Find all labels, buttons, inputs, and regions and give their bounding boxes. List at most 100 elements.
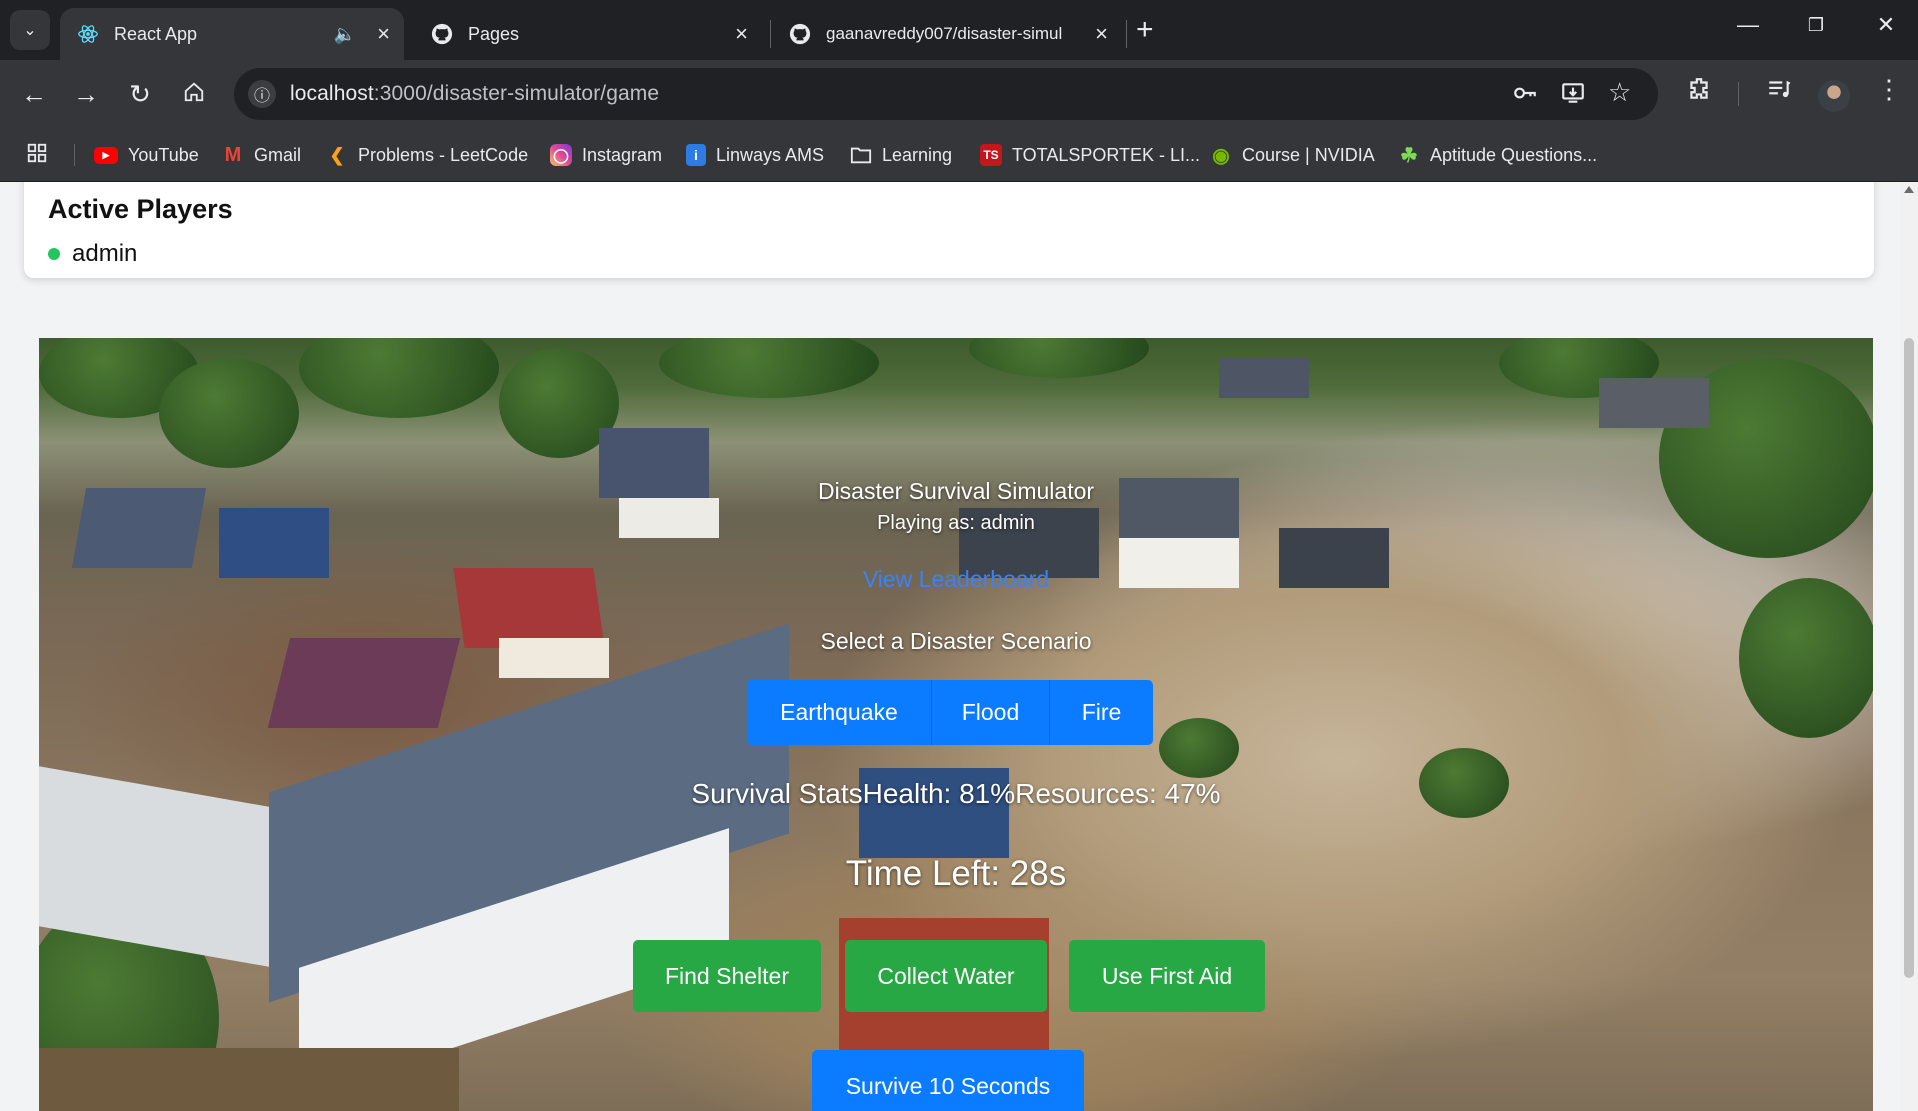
view-leaderboard-link[interactable]: View Leaderboard [39, 566, 1873, 593]
bookmark-label: Course | NVIDIA [1242, 144, 1375, 165]
bookmark-aptitude[interactable]: ☘ Aptitude Questions... [1398, 142, 1597, 168]
bookmark-label: TOTALSPORTEK - LI... [1012, 144, 1201, 165]
leetcode-icon: ❮ [329, 144, 345, 165]
apps-button[interactable] [26, 142, 48, 168]
github-icon [788, 22, 812, 46]
collect-water-button[interactable]: Collect Water [845, 940, 1047, 1012]
back-button[interactable]: ← [16, 76, 52, 112]
bookmark-label: YouTube [128, 144, 199, 165]
tab-separator [1126, 20, 1127, 48]
page-viewport: Active Players admin Disaster Survival S… [0, 182, 1900, 1111]
bookmark-label: Learning [882, 144, 953, 165]
bookmark-linways[interactable]: i Linways AMS [686, 142, 824, 168]
key-icon[interactable] [1512, 80, 1538, 112]
instagram-icon: ◯ [550, 144, 572, 166]
active-players-title: Active Players [48, 194, 233, 224]
site-info-icon[interactable]: ⓘ [248, 80, 276, 108]
close-icon[interactable]: × [735, 21, 748, 47]
game-overlay: Disaster Survival Simulator Playing as: … [39, 338, 1873, 1111]
game-title: Disaster Survival Simulator [817, 478, 1095, 504]
chevron-down-icon: ⌄ [23, 22, 37, 39]
close-window-button[interactable]: ✕ [1866, 12, 1906, 38]
scroll-up-arrow-icon[interactable] [1904, 186, 1914, 193]
profile-avatar[interactable] [1818, 80, 1850, 112]
reload-button[interactable]: ↻ [122, 76, 158, 112]
menu-kebab-icon[interactable]: ⋮ [1876, 74, 1902, 105]
browser-toolbar: ← → ↻ ⓘ localhost:3000/disaster-simulato… [0, 60, 1918, 128]
bookmark-label: Instagram [582, 144, 663, 165]
aptitude-icon: ☘ [1400, 144, 1418, 167]
scenario-label: Select a Disaster Scenario [820, 628, 1092, 654]
tab-pages[interactable]: Pages × [414, 8, 762, 60]
bookmark-totalsportek[interactable]: TS TOTALSPORTEK - LI... [980, 142, 1200, 168]
bookmark-leetcode[interactable]: ❮ Problems - LeetCode [326, 142, 528, 168]
nvidia-icon: ◉ [1212, 144, 1230, 167]
find-shelter-button[interactable]: Find Shelter [633, 940, 821, 1012]
new-tab-button[interactable]: + [1136, 12, 1154, 48]
bookmark-label: Gmail [254, 144, 302, 165]
gmail-icon: M [224, 143, 242, 166]
scrollbar-thumb[interactable] [1904, 338, 1914, 978]
bookmark-label: Aptitude Questions... [1430, 144, 1598, 165]
scenario-button-group: Earthquake Flood Fire [747, 680, 1153, 745]
online-status-dot [48, 248, 60, 260]
url-text: localhost:3000/disaster-simulator/game [290, 82, 659, 106]
reload-icon: ↻ [129, 78, 151, 109]
url-path: :3000/disaster-simulator/game [373, 82, 660, 105]
plus-icon: + [1136, 13, 1154, 46]
tab-react-app[interactable]: React App 🔈 × [60, 8, 404, 60]
tab-title: Pages [468, 23, 520, 44]
react-icon [76, 22, 100, 46]
tab-strip: ⌄ React App 🔈 × Pages × gaanavreddy007/d… [0, 0, 1918, 60]
bookmarks-bar: ▶ YouTube M Gmail ❮ Problems - LeetCode … [0, 128, 1918, 182]
restore-icon: ❐ [1807, 15, 1825, 35]
scenario-flood-button[interactable]: Flood [931, 680, 1049, 745]
extensions-icon[interactable] [1686, 76, 1712, 109]
totalsportek-icon: TS [980, 144, 1002, 166]
forward-button[interactable]: → [68, 76, 104, 112]
active-players-card: Active Players admin [24, 182, 1874, 278]
survive-10-seconds-button[interactable]: Survive 10 Seconds [812, 1050, 1084, 1111]
close-icon[interactable]: × [377, 21, 390, 47]
close-icon[interactable]: × [1095, 21, 1108, 47]
toolbar-divider [1738, 82, 1739, 106]
folder-icon [850, 144, 872, 166]
bookmark-label: Problems - LeetCode [358, 144, 529, 165]
tab-title: gaanavreddy007/disaster-simul [826, 24, 1063, 43]
home-icon [183, 79, 205, 110]
url-host: localhost [290, 82, 374, 105]
bookmark-learning[interactable]: Learning [850, 142, 952, 168]
player-name: admin [72, 240, 138, 267]
github-icon [430, 22, 454, 46]
address-bar[interactable]: ⓘ localhost:3000/disaster-simulator/game… [234, 68, 1658, 120]
use-first-aid-button[interactable]: Use First Aid [1069, 940, 1265, 1012]
survival-stats: Survival StatsHealth: 81%Resources: 47% [691, 778, 1221, 809]
bookmark-youtube[interactable]: ▶ YouTube [94, 142, 199, 168]
bookmark-label: Linways AMS [716, 144, 825, 165]
minimize-button[interactable]: — [1728, 12, 1768, 38]
scenario-fire-button[interactable]: Fire [1049, 680, 1153, 745]
game-panel: Disaster Survival Simulator Playing as: … [39, 338, 1873, 1111]
scenario-earthquake-button[interactable]: Earthquake [747, 680, 931, 745]
arrow-left-icon: ← [21, 78, 47, 109]
tab-title: React App [114, 23, 198, 44]
install-app-icon[interactable] [1560, 80, 1586, 112]
bookmark-instagram[interactable]: ◯ Instagram [550, 142, 662, 168]
tab-github-repo[interactable]: gaanavreddy007/disaster-simul × [772, 8, 1122, 60]
page-scrollbar[interactable] [1900, 182, 1918, 1111]
apps-grid-icon [26, 142, 48, 169]
bookmark-nvidia[interactable]: ◉ Course | NVIDIA [1210, 142, 1375, 168]
linways-icon: i [686, 144, 706, 166]
close-icon: ✕ [1876, 12, 1896, 37]
arrow-right-icon: → [73, 78, 99, 109]
bookmark-star-icon[interactable]: ☆ [1608, 77, 1631, 108]
playing-as-label: Playing as: admin [877, 512, 1035, 534]
media-control-icon[interactable] [1766, 76, 1792, 109]
speaker-icon[interactable]: 🔈 [334, 24, 356, 45]
time-left: Time Left: 28s [845, 854, 1067, 893]
home-button[interactable] [176, 76, 212, 112]
restore-button[interactable]: ❐ [1796, 15, 1836, 36]
tab-search-button[interactable]: ⌄ [10, 10, 50, 50]
youtube-icon: ▶ [94, 146, 118, 164]
bookmark-gmail[interactable]: M Gmail [222, 142, 301, 168]
